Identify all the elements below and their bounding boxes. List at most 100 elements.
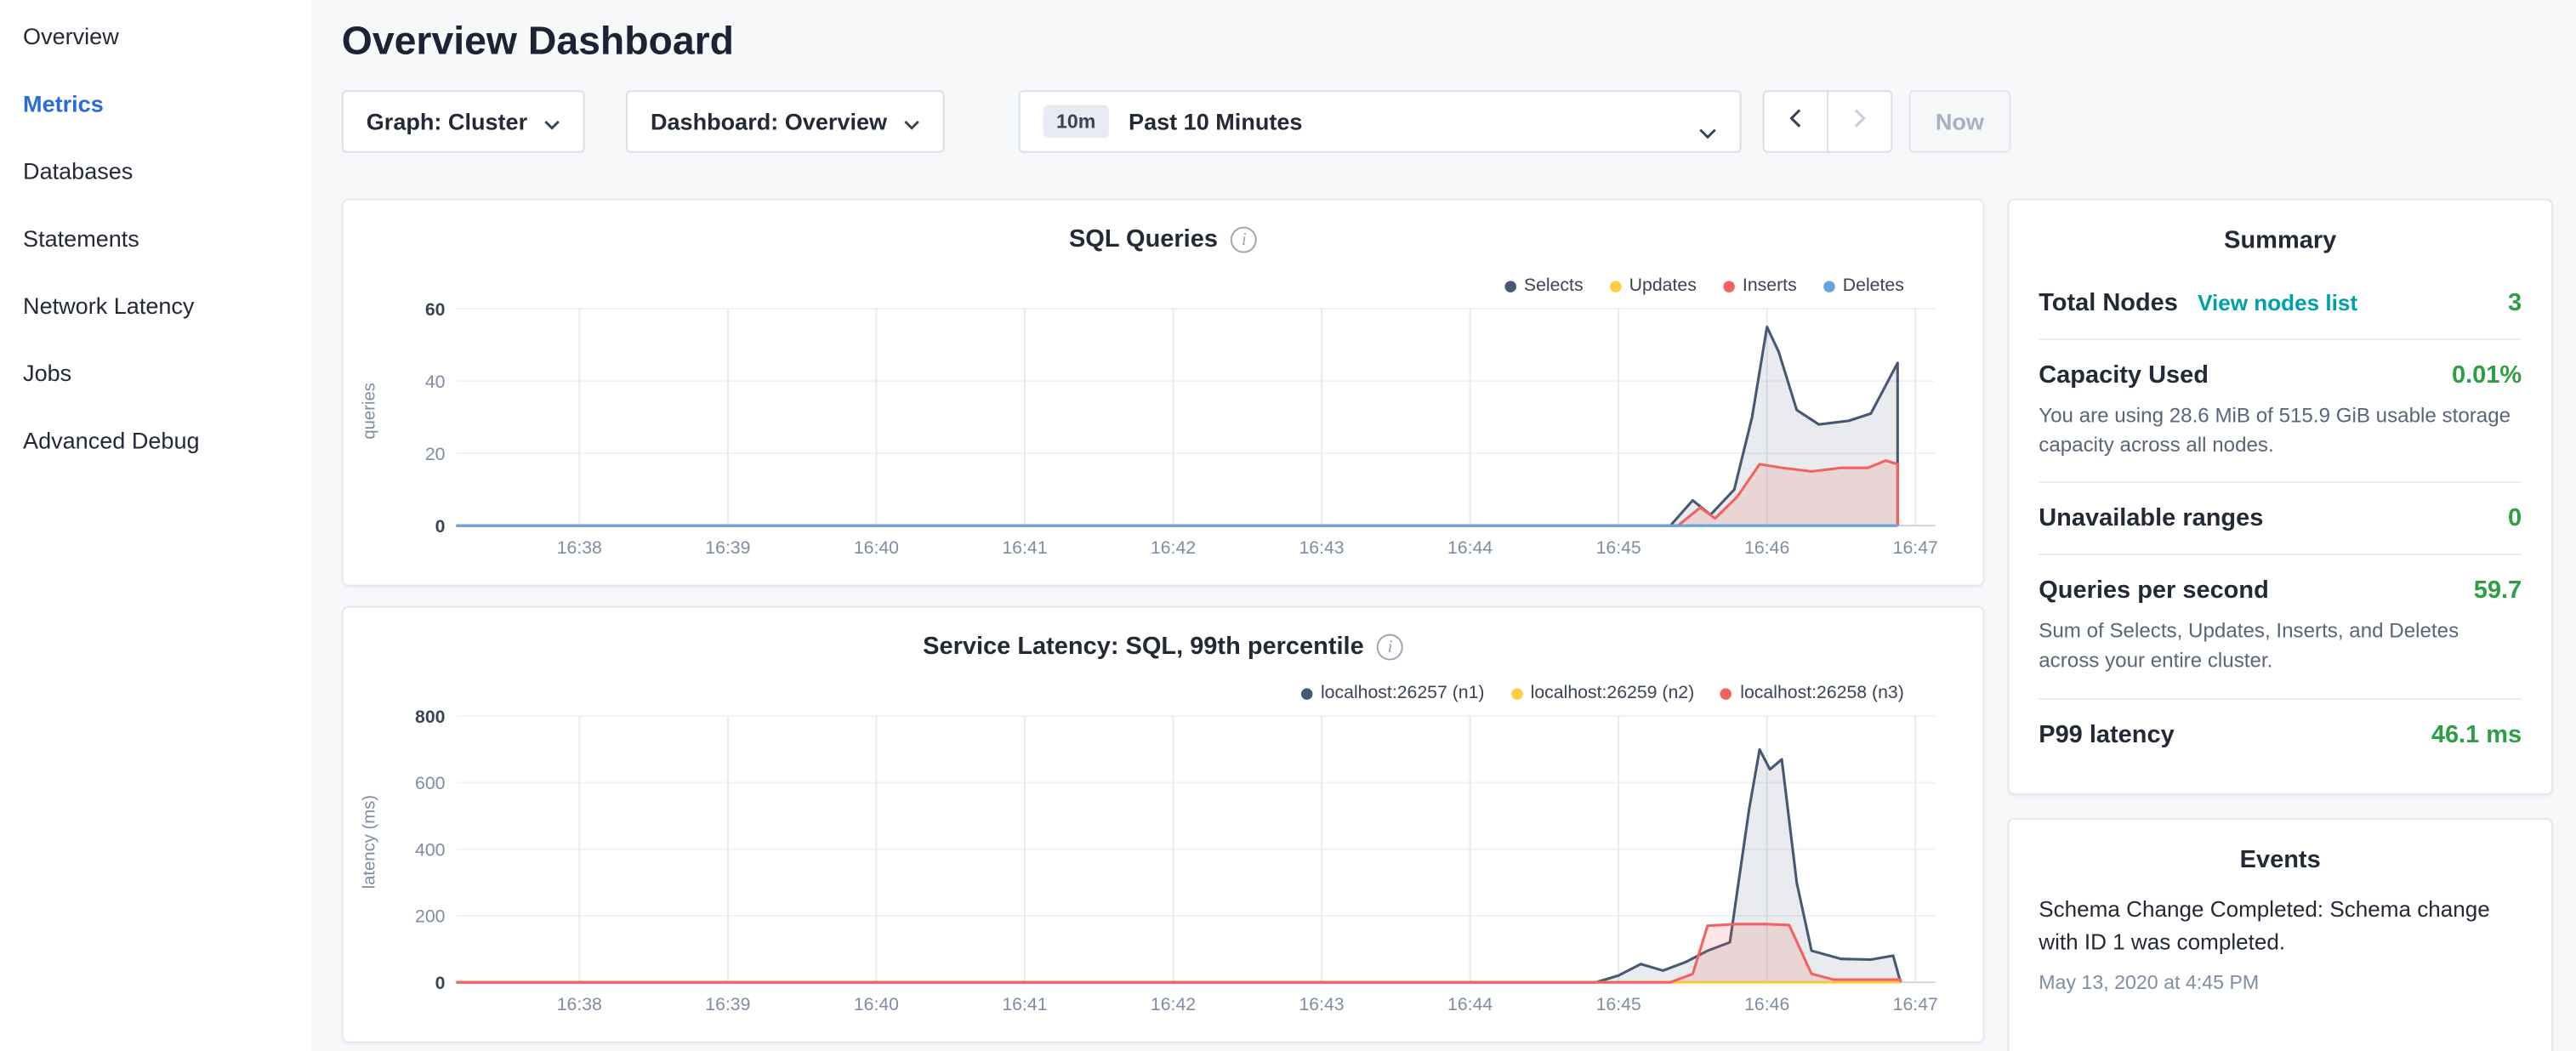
chevron-left-icon <box>1789 107 1802 137</box>
summary-value: 3 <box>2508 289 2522 317</box>
summary-label: P99 latency <box>2039 720 2174 748</box>
legend-item: Inserts <box>1723 276 1797 296</box>
dashboard-dropdown[interactable]: Dashboard: Overview <box>626 90 945 152</box>
svg-text:40: 40 <box>425 372 446 392</box>
summary-row-total-nodes: Total Nodes View nodes list 3 <box>2039 268 2522 340</box>
graph-dropdown-label: Graph: Cluster <box>367 108 527 134</box>
summary-label: Capacity Used <box>2039 361 2209 389</box>
summary-row-capacity-used: Capacity Used 0.01% You are using 28.6 M… <box>2039 340 2522 484</box>
summary-title: Summary <box>2039 201 2522 268</box>
legend-item: Deletes <box>1823 276 1904 296</box>
time-range-chip: 10m <box>1043 105 1109 139</box>
sidebar-item-network-latency[interactable]: Network Latency <box>0 273 312 340</box>
sidebar-item-databases[interactable]: Databases <box>0 138 312 205</box>
events-panel: Events Schema Change Completed: Schema c… <box>2008 817 2553 1051</box>
chart-card-service-latency: Service Latency: SQL, 99th percentile i … <box>342 606 1985 1043</box>
legend-dot <box>1301 687 1313 699</box>
chart-title: Service Latency: SQL, 99th percentile <box>923 633 1364 661</box>
svg-text:16:40: 16:40 <box>854 994 899 1014</box>
events-title: Events <box>2039 819 2522 886</box>
view-nodes-list-link[interactable]: View nodes list <box>2198 291 2357 315</box>
svg-text:16:39: 16:39 <box>705 537 750 558</box>
summary-label: Queries per second <box>2039 577 2269 605</box>
chart-legend: Selects Updates Inserts Deletes <box>1504 276 1904 296</box>
legend-dot <box>1720 687 1732 699</box>
page-title: Overview Dashboard <box>342 20 2553 65</box>
legend-item: localhost:26257 (n1) <box>1301 684 1485 703</box>
summary-row-unavailable-ranges: Unavailable ranges 0 <box>2039 483 2522 555</box>
chart-legend: localhost:26257 (n1) localhost:26259 (n2)… <box>1301 684 1904 703</box>
event-item[interactable]: Schema Change Completed: Schema change w… <box>2039 886 2522 1011</box>
svg-text:20: 20 <box>425 444 446 464</box>
chart-card-sql-queries: SQL Queries i Selects Updates Inserts Delet… <box>342 199 1985 587</box>
svg-text:0: 0 <box>435 516 446 537</box>
svg-text:200: 200 <box>415 906 445 927</box>
chart-title: SQL Queries <box>1069 225 1218 253</box>
svg-text:16:47: 16:47 <box>1893 994 1938 1014</box>
svg-text:16:42: 16:42 <box>1151 537 1196 558</box>
legend-item: localhost:26259 (n2) <box>1510 684 1694 703</box>
chevron-down-icon <box>543 108 560 134</box>
toolbar: Graph: Cluster Dashboard: Overview 10m P… <box>342 90 2553 152</box>
summary-panel: Summary Total Nodes View nodes list 3 Ca… <box>2008 199 2553 794</box>
time-forward-button[interactable] <box>1827 90 1892 152</box>
time-pager <box>1763 90 1893 152</box>
svg-text:16:46: 16:46 <box>1744 994 1789 1014</box>
graph-dropdown[interactable]: Graph: Cluster <box>342 90 585 152</box>
chevron-down-icon <box>903 108 919 134</box>
info-icon[interactable]: i <box>1231 226 1257 253</box>
legend-item: Updates <box>1609 276 1696 296</box>
svg-text:16:39: 16:39 <box>705 994 750 1014</box>
svg-text:16:42: 16:42 <box>1151 994 1196 1014</box>
svg-text:16:44: 16:44 <box>1447 537 1493 558</box>
sidebar-item-overview[interactable]: Overview <box>0 3 312 71</box>
sidebar: Overview Metrics Databases Statements Ne… <box>0 0 312 1051</box>
now-button[interactable]: Now <box>1909 90 2011 152</box>
info-icon[interactable]: i <box>1377 633 1403 660</box>
chevron-down-icon <box>1698 118 1716 145</box>
right-column: Summary Total Nodes View nodes list 3 Ca… <box>2008 199 2553 1051</box>
summary-value: 0 <box>2508 505 2522 533</box>
time-back-button[interactable] <box>1763 90 1828 152</box>
legend-dot <box>1504 280 1516 292</box>
y-axis-label: queries <box>360 383 379 440</box>
time-range-dropdown[interactable]: 10m Past 10 Minutes <box>1019 90 1742 152</box>
legend-item: localhost:26258 (n3) <box>1720 684 1904 703</box>
summary-subtext: Sum of Selects, Updates, Inserts, and De… <box>2039 616 2522 676</box>
svg-text:16:38: 16:38 <box>557 537 602 558</box>
svg-text:400: 400 <box>415 839 445 860</box>
summary-subtext: You are using 28.6 MiB of 515.9 GiB usab… <box>2039 401 2522 460</box>
app-root: Overview Metrics Databases Statements Ne… <box>0 0 2576 1051</box>
summary-row-queries-per-second: Queries per second 59.7 Sum of Selects, … <box>2039 555 2522 699</box>
svg-text:16:43: 16:43 <box>1299 537 1344 558</box>
y-axis-label: latency (ms) <box>360 796 379 889</box>
summary-label: Total Nodes <box>2039 289 2178 317</box>
legend-dot <box>1823 280 1835 292</box>
legend-dot <box>1609 280 1621 292</box>
summary-label: Unavailable ranges <box>2039 505 2263 533</box>
summary-value: 46.1 ms <box>2431 720 2522 748</box>
svg-text:0: 0 <box>435 973 446 993</box>
time-range-label: Past 10 Minutes <box>1129 108 1302 134</box>
summary-row-p99-latency: P99 latency 46.1 ms <box>2039 699 2522 770</box>
sidebar-item-advanced-debug[interactable]: Advanced Debug <box>0 407 312 474</box>
svg-text:16:46: 16:46 <box>1744 537 1789 558</box>
sidebar-item-statements[interactable]: Statements <box>0 205 312 272</box>
svg-text:60: 60 <box>425 299 446 320</box>
legend-item: Selects <box>1504 276 1584 296</box>
legend-dot <box>1723 280 1735 292</box>
sql-queries-chart: 16:3816:3916:4016:4116:4216:4316:4416:45… <box>379 293 1973 571</box>
charts-column: SQL Queries i Selects Updates Inserts Delet… <box>342 199 1985 1051</box>
summary-value: 0.01% <box>2452 361 2522 389</box>
sidebar-item-metrics[interactable]: Metrics <box>0 71 312 138</box>
svg-text:16:44: 16:44 <box>1447 994 1493 1014</box>
svg-text:16:43: 16:43 <box>1299 994 1344 1014</box>
chevron-right-icon <box>1853 107 1866 137</box>
dashboard-dropdown-label: Dashboard: Overview <box>651 108 887 134</box>
service-latency-chart: 16:3816:3916:4016:4116:4216:4316:4416:45… <box>379 700 1973 1028</box>
svg-text:16:41: 16:41 <box>1002 994 1047 1014</box>
svg-text:16:47: 16:47 <box>1893 537 1938 558</box>
sidebar-item-jobs[interactable]: Jobs <box>0 340 312 407</box>
svg-text:16:41: 16:41 <box>1002 537 1047 558</box>
svg-text:16:40: 16:40 <box>854 537 899 558</box>
